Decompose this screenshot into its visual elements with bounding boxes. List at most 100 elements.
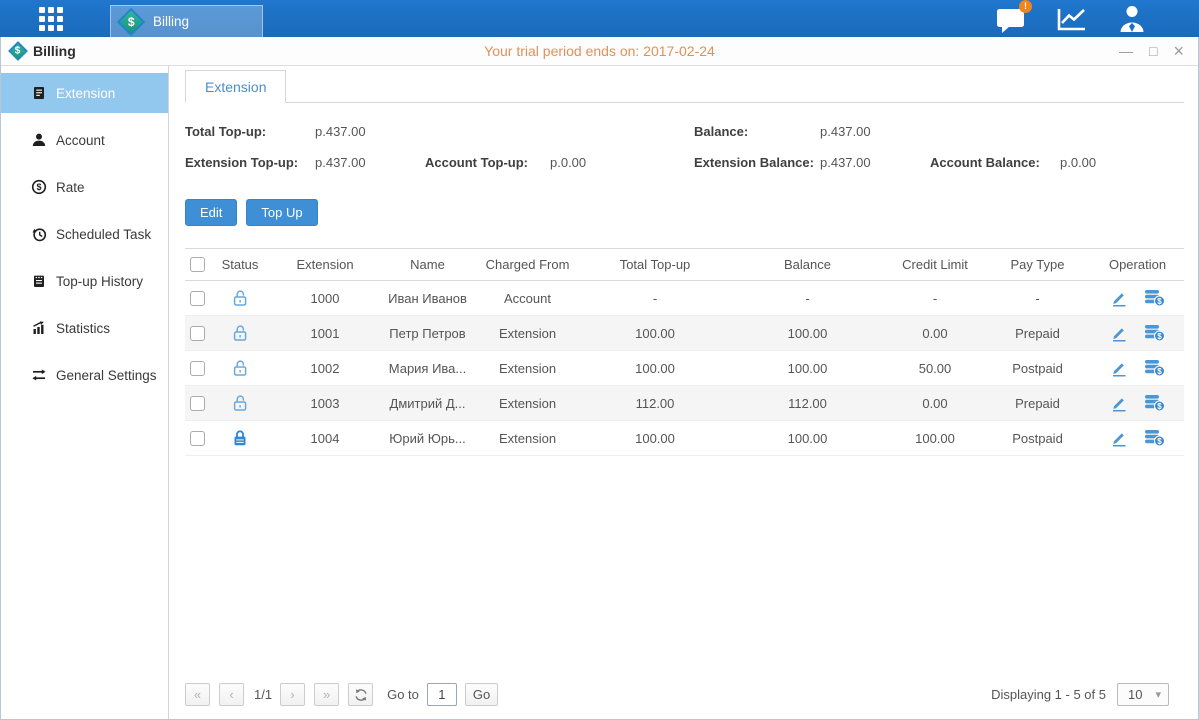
topup-row-icon[interactable]: $ [1144,324,1165,342]
row-checkbox[interactable] [190,326,205,341]
page-indicator: 1/1 [254,687,272,702]
col-status: Status [210,257,270,272]
window-title-diamond-icon: $ [8,41,28,61]
topup-row-icon[interactable]: $ [1144,429,1165,447]
svg-text:$: $ [1157,402,1162,411]
billing-diamond-icon: $ [117,7,145,35]
status-unlocked-icon [230,288,250,308]
tabstrip: Extension [185,66,1184,103]
col-pay-type: Pay Type [985,257,1090,272]
rate-icon: $ [31,179,47,195]
col-balance: Balance [730,257,885,272]
topup-history-icon [31,273,47,289]
user-account-icon[interactable] [1117,4,1147,33]
edit-row-icon[interactable] [1110,429,1128,447]
edit-button[interactable]: Edit [185,199,237,226]
edit-row-icon[interactable] [1110,394,1128,412]
table-row[interactable]: 1001 Петр Петров Extension 100.00 100.00… [185,316,1184,351]
edit-row-icon[interactable] [1110,289,1128,307]
svg-text:$: $ [1157,297,1162,306]
sidebar-item-label: Statistics [56,321,110,336]
statistics-icon [31,320,47,336]
prev-page-button[interactable]: ‹ [219,683,244,706]
chevron-down-icon: ▾ [1155,688,1161,701]
statistics-chart-icon[interactable] [1056,5,1088,33]
row-checkbox[interactable] [190,431,205,446]
pagination-bar: « ‹ 1/1 › » Go to Go Displaying [185,678,1184,719]
table-row[interactable]: 1004 Юрий Юрь... Extension 100.00 100.00… [185,421,1184,456]
row-checkbox[interactable] [190,396,205,411]
table-row[interactable]: 1003 Дмитрий Д... Extension 112.00 112.0… [185,386,1184,421]
sidebar: Extension Account $ Rate [1,66,169,719]
topup-row-icon[interactable]: $ [1144,289,1165,307]
sidebar-item-statistics[interactable]: Statistics [1,308,168,348]
row-checkbox[interactable] [190,361,205,376]
close-icon[interactable]: × [1173,42,1184,60]
account-icon [31,132,47,148]
svg-text:$: $ [1157,437,1162,446]
window-header: $ Billing Your trial period ends on: 201… [1,37,1198,66]
sidebar-item-label: Extension [56,86,115,101]
refresh-button[interactable] [348,683,373,706]
app-grid-icon[interactable] [38,6,64,32]
next-page-button[interactable]: › [280,683,305,706]
summary-extension-top-up: Extension Top-up: p.437.00 [185,147,425,178]
sidebar-item-scheduled-task[interactable]: Scheduled Task [1,214,168,254]
extension-icon [31,85,47,101]
svg-text:$: $ [1157,367,1162,376]
scheduled-task-icon [31,226,47,242]
table-row[interactable]: 1002 Мария Ива... Extension 100.00 100.0… [185,351,1184,386]
sidebar-item-general-settings[interactable]: General Settings [1,355,168,395]
col-name: Name [380,257,475,272]
col-total-top-up: Total Top-up [580,257,730,272]
edit-row-icon[interactable] [1110,359,1128,377]
window-title: Billing [33,43,76,59]
billing-window: $ Billing Your trial period ends on: 201… [0,37,1199,720]
sidebar-item-extension[interactable]: Extension [1,73,168,113]
svg-text:$: $ [1157,332,1162,341]
sidebar-item-label: Top-up History [56,274,143,289]
topbar: $ Billing ! [0,0,1199,37]
top-up-button[interactable]: Top Up [246,199,317,226]
summary-account-top-up: Account Top-up: p.0.00 [425,147,694,178]
summary-balance: Balance: p.437.00 [694,116,930,147]
sidebar-item-label: Account [56,133,105,148]
summary-extension-balance: Extension Balance: p.437.00 [694,147,930,178]
tab-extension[interactable]: Extension [185,70,286,103]
goto-label: Go to [387,687,419,702]
col-credit-limit: Credit Limit [885,257,985,272]
table-header-row: Status Extension Name Charged From Total… [185,248,1184,281]
topup-row-icon[interactable]: $ [1144,359,1165,377]
col-operation: Operation [1090,257,1185,272]
sidebar-item-rate[interactable]: $ Rate [1,167,168,207]
maximize-icon[interactable]: □ [1149,44,1157,58]
table-body: 1000 Иван Иванов Account - - - - $ [185,281,1184,456]
displaying-status: Displaying 1 - 5 of 5 [991,687,1106,702]
summary-total-top-up: Total Top-up: p.437.00 [185,116,425,147]
sidebar-item-label: Scheduled Task [56,227,151,242]
goto-page-input[interactable] [427,683,457,706]
notifications-icon[interactable]: ! [996,5,1027,33]
last-page-button[interactable]: » [314,683,339,706]
select-all-checkbox[interactable] [190,257,205,272]
topup-row-icon[interactable]: $ [1144,394,1165,412]
topbar-tab-label: Billing [153,14,189,29]
table-row[interactable]: 1000 Иван Иванов Account - - - - $ [185,281,1184,316]
status-unlocked-icon [230,323,250,343]
page-size-value: 10 [1128,687,1142,702]
general-settings-icon [31,367,47,383]
edit-row-icon[interactable] [1110,324,1128,342]
summary-account-balance: Account Balance: p.0.00 [930,147,1185,178]
minimize-icon[interactable]: — [1119,44,1133,58]
go-button[interactable]: Go [465,683,498,706]
topbar-tab-billing[interactable]: $ Billing [110,5,263,37]
sidebar-item-account[interactable]: Account [1,120,168,160]
sidebar-item-label: Rate [56,180,85,195]
balance-summary: Total Top-up: p.437.00 Balance: p.437.00… [185,116,1184,178]
first-page-button[interactable]: « [185,683,210,706]
sidebar-item-topup-history[interactable]: Top-up History [1,261,168,301]
page-size-select[interactable]: 10 ▾ [1117,683,1169,706]
sidebar-item-label: General Settings [56,368,157,383]
notification-badge: ! [1019,0,1032,13]
row-checkbox[interactable] [190,291,205,306]
